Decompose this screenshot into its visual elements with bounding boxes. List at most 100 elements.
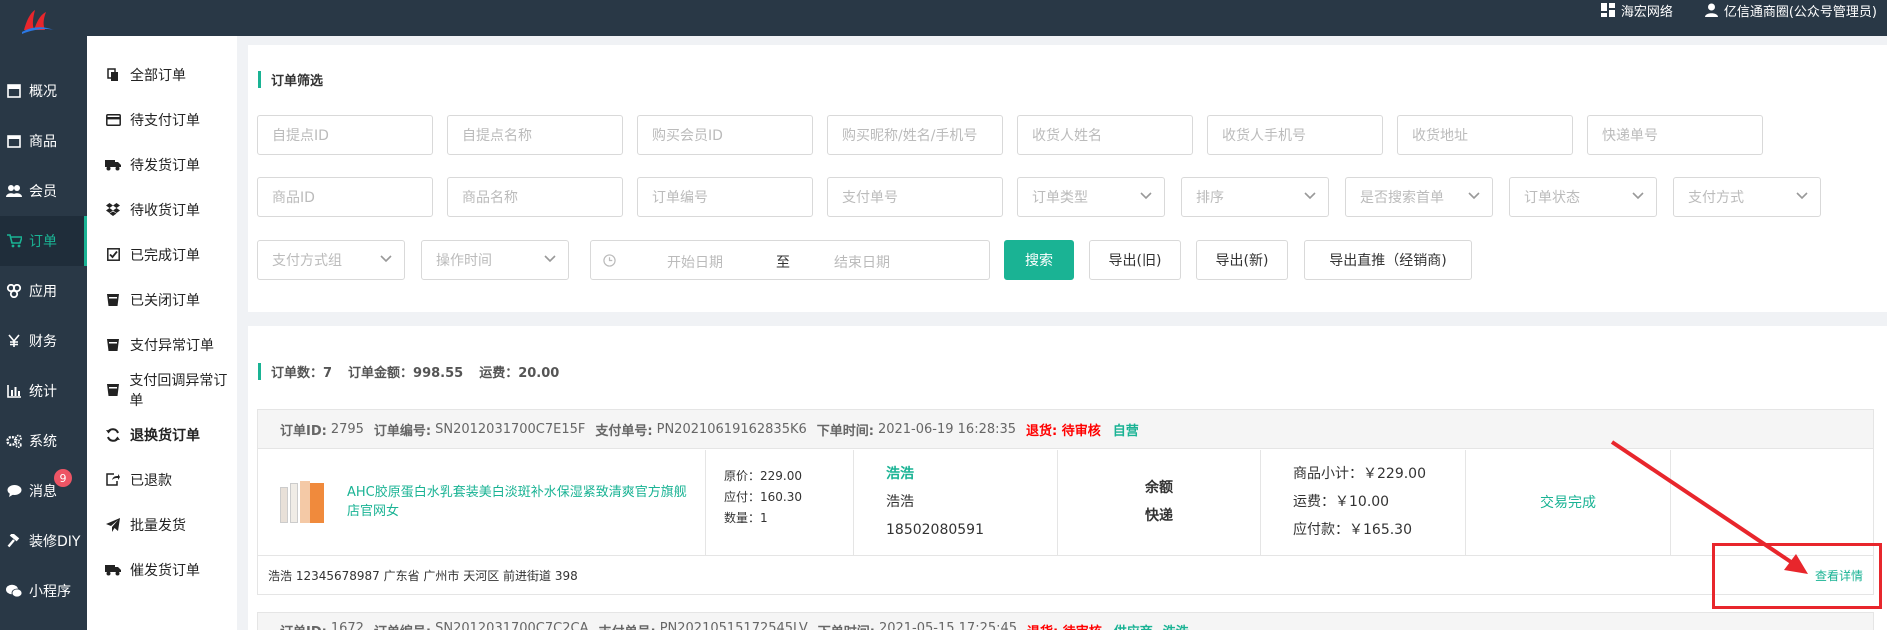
chevron-down-icon [1632, 192, 1644, 200]
subnav-item-5[interactable]: 已关闭订单 [87, 277, 237, 322]
sidebar-item-label: 小程序 [29, 584, 71, 600]
user-name: 亿信通商圈(公众号管理员) [1723, 4, 1877, 20]
subnav-item-label: 批量发货 [130, 517, 186, 534]
message-icon [4, 484, 24, 498]
users-icon [4, 184, 24, 198]
subnav-item-label: 待支付订单 [130, 112, 200, 129]
org-name: 海宏网络 [1620, 4, 1673, 20]
filter-select-0[interactable]: 订单类型 [1017, 177, 1165, 217]
order-freight: 运费：20.00 [479, 366, 560, 381]
date-start[interactable]: 开始日期 [667, 252, 723, 272]
due-amount: 应付款：￥165.30 [1293, 522, 1412, 538]
sidebar-item-10[interactable]: 小程序 [0, 566, 87, 616]
filter-select-r3-0[interactable]: 支付方式组 [257, 240, 405, 280]
sidebar-item-label: 概况 [29, 84, 57, 100]
truck-icon [105, 159, 121, 171]
filter-select-2[interactable]: 是否搜索首单 [1345, 177, 1493, 217]
date-end[interactable]: 结束日期 [834, 252, 890, 272]
org-menu[interactable]: 海宏网络 [1600, 1, 1673, 20]
sidebar-item-label: 统计 [29, 384, 57, 400]
filter-input-0[interactable]: 自提点ID [257, 115, 433, 155]
goods-subtotal: 商品小计：￥229.00 [1293, 466, 1426, 482]
filter-select-4[interactable]: 支付方式 [1673, 177, 1821, 217]
subnav-item-7[interactable]: 支付回调异常订单 [87, 367, 237, 412]
order-amount: 订单金额：998.55 [348, 366, 464, 381]
subnav-item-8[interactable]: 退换货订单 [87, 412, 237, 457]
filter-select-1[interactable]: 排序 [1181, 177, 1329, 217]
order-id: 2795 [330, 421, 364, 437]
filter-input-4[interactable]: 收货人姓名 [1017, 115, 1193, 155]
clock-icon [603, 254, 616, 267]
order-type-badge: 供应商 [1114, 621, 1153, 630]
sidebar-item-label: 装修DIY [29, 534, 81, 550]
sidebar-item-7[interactable]: 系统 [0, 416, 87, 466]
export-direct-button[interactable]: 导出直推（经销商) [1304, 240, 1472, 280]
filter-input-1[interactable]: 自提点名称 [447, 115, 623, 155]
sidebar-item-1[interactable]: 商品 [0, 116, 87, 166]
subnav-item-label: 已完成订单 [130, 247, 200, 264]
subnav-item-6[interactable]: 支付异常订单 [87, 322, 237, 367]
subnav-item-label: 全部订单 [130, 67, 186, 84]
subnav-item-3[interactable]: 待收货订单 [87, 187, 237, 232]
buyer-nickname[interactable]: 浩浩 [1163, 621, 1189, 630]
wechat-icon [4, 584, 24, 598]
filter-input-r2-0[interactable]: 商品ID [257, 177, 433, 217]
search-button[interactable]: 搜索 [1004, 240, 1074, 280]
sidebar-item-6[interactable]: 统计 [0, 366, 87, 416]
subnav-item-0[interactable]: 全部订单 [87, 52, 237, 97]
export-new-button[interactable]: 导出(新) [1196, 240, 1288, 280]
filter-input-r2-2[interactable]: 订单编号 [637, 177, 813, 217]
sidebar-item-9[interactable]: 装修DIY [0, 516, 87, 566]
subnav-item-4[interactable]: 已完成订单 [87, 232, 237, 277]
filter-input-2[interactable]: 购买会员ID [637, 115, 813, 155]
product-thumbnail[interactable] [276, 479, 328, 527]
subnav-item-1[interactable]: 待支付订单 [87, 97, 237, 142]
sidebar-item-label: 系统 [29, 434, 57, 450]
date-range-picker[interactable]: 开始日期 至 结束日期 [590, 240, 990, 280]
subnav-item-10[interactable]: 批量发货 [87, 502, 237, 547]
filter-input-r2-3[interactable]: 支付单号 [827, 177, 1003, 217]
message-count-badge: 9 [54, 469, 72, 487]
buyer-nickname[interactable]: 浩浩 [886, 460, 1057, 488]
sidebar-item-label: 会员 [29, 184, 57, 200]
logo-icon[interactable] [18, 6, 58, 36]
sidebar-item-8[interactable]: 消息 9 [0, 466, 87, 516]
export-old-button[interactable]: 导出(旧) [1089, 240, 1181, 280]
filter-input-3[interactable]: 购买昵称/姓名/手机号 [827, 115, 1003, 155]
product-name[interactable]: AHC胶原蛋白水乳套装美白淡斑补水保湿紧致清爽官方旗舰店官网女 [347, 483, 697, 521]
pay-sn: PN20210515172545LV [659, 621, 808, 630]
subnav-item-label: 支付异常订单 [130, 337, 214, 354]
send-icon [105, 517, 121, 532]
cup-icon [105, 383, 120, 397]
gears-icon [4, 434, 24, 448]
sidebar-item-label: 财务 [29, 334, 57, 350]
sidebar-item-0[interactable]: 概况 [0, 66, 87, 116]
filter-input-7[interactable]: 快递单号 [1587, 115, 1763, 155]
refund-status: 退货: 待审核 [1027, 621, 1102, 630]
cup-icon [105, 293, 121, 307]
sidebar-item-5[interactable]: 财务 [0, 316, 87, 366]
filter-title: 订单筛选 [258, 70, 323, 89]
main-sidebar: 概况商品会员订单应用财务统计系统消息 9 装修DIY 小程序 [0, 36, 87, 630]
subnav-item-2[interactable]: 待发货订单 [87, 142, 237, 187]
filter-input-5[interactable]: 收货人手机号 [1207, 115, 1383, 155]
order-sn: SN2012031700C7C2CA [435, 621, 589, 630]
filter-select-3[interactable]: 订单状态 [1509, 177, 1657, 217]
filter-input-r2-1[interactable]: 商品名称 [447, 177, 623, 217]
sidebar-item-label: 订单 [29, 234, 57, 250]
filter-input-6[interactable]: 收货地址 [1397, 115, 1573, 155]
sidebar-item-3[interactable]: 订单 [0, 216, 87, 266]
sidebar-item-label: 商品 [29, 134, 57, 150]
subnav-item-9[interactable]: 已退款 [87, 457, 237, 502]
top-bar: 海宏网络 亿信通商圈(公众号管理员) [0, 0, 1887, 36]
filter-select-r3-1[interactable]: 操作时间 [421, 240, 569, 280]
date-separator: 至 [776, 255, 790, 271]
user-menu[interactable]: 亿信通商圈(公众号管理员) [1704, 1, 1877, 20]
dashboard-icon [4, 84, 24, 98]
order-time: 2021-05-15 17:25:45 [878, 621, 1018, 630]
user-icon [1704, 3, 1718, 17]
subnav-item-11[interactable]: 催发货订单 [87, 547, 237, 592]
truck-icon [105, 564, 121, 576]
sidebar-item-4[interactable]: 应用 [0, 266, 87, 316]
sidebar-item-2[interactable]: 会员 [0, 166, 87, 216]
